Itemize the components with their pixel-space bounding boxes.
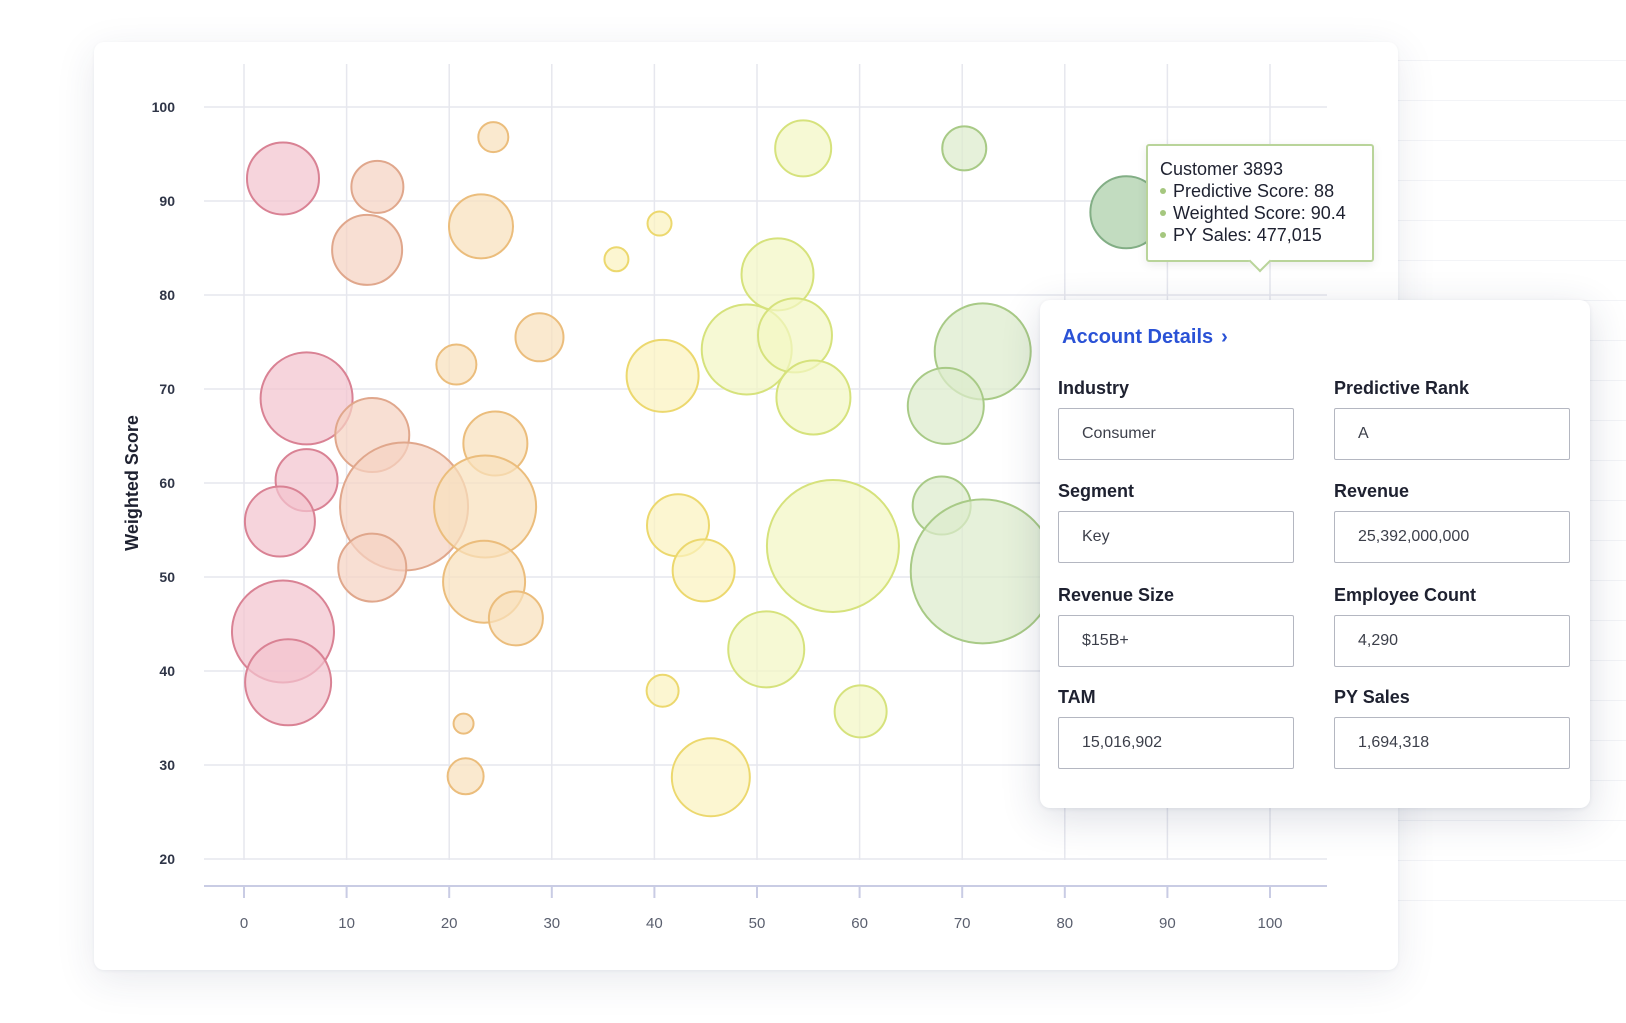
x-tick-label: 20 bbox=[441, 915, 458, 932]
bubble bbox=[906, 366, 985, 445]
predictive-rank-field[interactable]: A bbox=[1334, 408, 1570, 460]
y-tick-label: 70 bbox=[159, 381, 175, 397]
tooltip-row-sales: PY Sales: 477,015 bbox=[1160, 224, 1360, 246]
tooltip-title: Customer 3893 bbox=[1160, 159, 1284, 179]
bullet-dot-icon bbox=[1160, 188, 1166, 194]
employee-count-field[interactable]: 4,290 bbox=[1334, 615, 1570, 667]
bubble bbox=[350, 159, 405, 214]
bubble bbox=[727, 610, 806, 689]
field-label: Revenue bbox=[1334, 481, 1410, 501]
y-axis-label: Weighted Score bbox=[122, 415, 142, 551]
bubble bbox=[774, 119, 833, 178]
y-tick-label: 30 bbox=[159, 757, 175, 773]
y-tick-label: 100 bbox=[152, 99, 176, 115]
x-tick-label: 70 bbox=[954, 915, 971, 932]
bubble bbox=[670, 737, 751, 818]
account-details-card: Account Details › Industry Consumer Pred… bbox=[1040, 300, 1590, 808]
tam-field[interactable]: 15,016,902 bbox=[1058, 717, 1294, 769]
x-tick-label: 0 bbox=[240, 915, 248, 932]
account-details-link-label: Account Details bbox=[1062, 326, 1214, 348]
py-sales-field[interactable]: 1,694,318 bbox=[1334, 717, 1570, 769]
bubble bbox=[646, 210, 673, 237]
bubble bbox=[671, 538, 736, 603]
field-label: Segment bbox=[1058, 481, 1135, 501]
tooltip-weighted-score: Weighted Score: 90.4 bbox=[1173, 203, 1346, 223]
industry-field[interactable]: Consumer bbox=[1058, 408, 1294, 460]
bubble bbox=[909, 498, 1056, 645]
field-label: Predictive Rank bbox=[1334, 378, 1470, 398]
y-tick-label: 80 bbox=[159, 287, 175, 303]
bubble bbox=[487, 590, 544, 647]
x-tick-label: 40 bbox=[646, 915, 663, 932]
x-tick-label: 10 bbox=[338, 915, 355, 932]
field-industry: Industry Consumer bbox=[1058, 375, 1294, 460]
x-tick-label: 80 bbox=[1056, 915, 1073, 932]
bubble bbox=[435, 343, 478, 386]
field-revenue: Revenue 25,392,000,000 bbox=[1334, 478, 1570, 563]
revenue-field[interactable]: 25,392,000,000 bbox=[1334, 511, 1570, 563]
field-label: TAM bbox=[1058, 687, 1096, 707]
bubble bbox=[625, 338, 700, 413]
y-tick-label: 20 bbox=[159, 851, 175, 867]
bubble bbox=[645, 673, 680, 708]
bubble bbox=[941, 125, 988, 172]
y-tick-label: 40 bbox=[159, 663, 175, 679]
bubble bbox=[243, 485, 316, 558]
field-label: PY Sales bbox=[1334, 687, 1410, 707]
x-tick-label: 100 bbox=[1257, 915, 1282, 932]
field-label: Revenue Size bbox=[1058, 585, 1175, 605]
y-tick-label: 50 bbox=[159, 569, 175, 585]
field-tam: TAM 15,016,902 bbox=[1058, 684, 1294, 769]
bubble bbox=[477, 121, 510, 154]
bubble bbox=[331, 213, 404, 286]
bubble bbox=[448, 193, 515, 260]
bubble bbox=[775, 359, 852, 436]
customer-tooltip: Customer 3893 Predictive Score: 88 Weigh… bbox=[1146, 144, 1374, 273]
revenue-size-field[interactable]: $15B+ bbox=[1058, 615, 1294, 667]
x-tick-label: 30 bbox=[543, 915, 560, 932]
x-tick-label: 60 bbox=[851, 915, 868, 932]
x-tick-label: 90 bbox=[1159, 915, 1176, 932]
tooltip-row-predictive: Predictive Score: 88 bbox=[1160, 180, 1360, 202]
bubble bbox=[244, 638, 333, 727]
tooltip-py-sales: PY Sales: 477,015 bbox=[1173, 225, 1322, 245]
segment-field[interactable]: Key bbox=[1058, 511, 1294, 563]
bullet-dot-icon bbox=[1160, 232, 1166, 238]
bubble bbox=[833, 684, 888, 739]
tooltip-predictive-score: Predictive Score: 88 bbox=[1173, 181, 1335, 201]
y-tick-label: 60 bbox=[159, 475, 175, 491]
field-label: Employee Count bbox=[1334, 585, 1477, 605]
bubble bbox=[337, 532, 408, 603]
field-segment: Segment Key bbox=[1058, 478, 1294, 563]
bubble bbox=[245, 141, 320, 216]
field-employee-count: Employee Count 4,290 bbox=[1334, 582, 1570, 667]
bubble bbox=[603, 246, 630, 273]
bubble bbox=[765, 478, 900, 613]
x-tick-label: 50 bbox=[749, 915, 766, 932]
tooltip-row-weighted: Weighted Score: 90.4 bbox=[1160, 202, 1360, 224]
bubble bbox=[452, 712, 475, 735]
field-py-sales: PY Sales 1,694,318 bbox=[1334, 684, 1570, 769]
field-label: Industry bbox=[1058, 378, 1130, 398]
bubble bbox=[446, 757, 485, 796]
chevron-right-icon: › bbox=[1221, 326, 1228, 348]
field-revenue-size: Revenue Size $15B+ bbox=[1058, 582, 1294, 667]
field-predictive-rank: Predictive Rank A bbox=[1334, 375, 1570, 460]
bubble bbox=[514, 312, 565, 363]
bullet-dot-icon bbox=[1160, 210, 1166, 216]
account-details-link[interactable]: Account Details › bbox=[1062, 326, 1228, 349]
y-tick-label: 90 bbox=[159, 193, 175, 209]
